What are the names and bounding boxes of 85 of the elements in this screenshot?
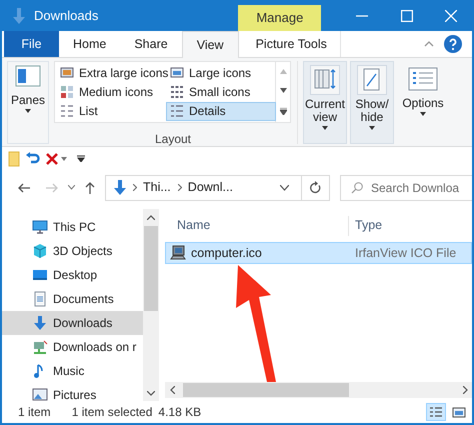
nav-item[interactable]: Music — [2, 359, 143, 383]
refresh-icon[interactable] — [310, 181, 322, 194]
layout-option[interactable]: Medium icons — [56, 82, 166, 102]
nav-item[interactable]: 3D Objects — [2, 239, 143, 263]
layout-option[interactable]: Small icons — [166, 82, 276, 102]
selection-size: 4.18 KB — [158, 404, 202, 421]
pictures-icon — [32, 387, 48, 401]
view-icon — [60, 66, 74, 80]
search-field[interactable]: Search Downloa — [340, 174, 472, 200]
group-label: Layout — [154, 131, 192, 148]
view-icon — [60, 104, 74, 118]
nav-item[interactable]: Desktop — [2, 263, 143, 287]
nav-item[interactable]: Downloads — [2, 311, 143, 335]
panes-button[interactable]: Panes — [7, 61, 49, 144]
column-header[interactable]: Type — [349, 216, 382, 236]
file-row[interactable]: computer.ico IrfanView ICO File — [165, 242, 472, 264]
desktop-icon — [32, 267, 48, 283]
scrollbar-thumb[interactable] — [144, 226, 158, 311]
back-icon[interactable] — [18, 182, 30, 192]
ribbon-tab[interactable]: Home — [59, 31, 120, 57]
recent-locations-icon[interactable] — [68, 185, 75, 190]
download-icon — [32, 315, 48, 331]
expand-gallery-icon[interactable] — [280, 108, 286, 115]
scroll-right-icon[interactable] — [463, 386, 468, 394]
caret-icon[interactable] — [61, 156, 67, 160]
ribbon-tab[interactable]: View — [182, 31, 239, 58]
network-icon — [32, 339, 48, 355]
download-icon — [114, 180, 126, 195]
delete-icon[interactable] — [46, 152, 58, 164]
help-icon[interactable] — [444, 35, 462, 53]
chevron-icon — [133, 184, 137, 191]
caret-icon — [420, 112, 426, 116]
file-type: IrfanView ICO File — [354, 244, 456, 262]
item-count: 1 item — [18, 404, 51, 421]
address-bar[interactable]: Thi... Downl... — [105, 174, 330, 200]
search-placeholder: Search Downloa — [371, 180, 460, 196]
nav-item[interactable]: Downloads on r — [2, 335, 143, 359]
ribbon-tab[interactable]: Share — [120, 31, 182, 57]
manage-tab[interactable]: Manage — [238, 5, 322, 31]
thumbs-view-icon — [452, 406, 466, 418]
scrollbar-thumb[interactable] — [183, 383, 349, 397]
window-title: Downloads — [34, 6, 98, 25]
ribbon-button[interactable]: Show/ hide — [350, 61, 394, 144]
documents-icon — [32, 291, 48, 307]
view-icon — [60, 84, 74, 99]
layout-option[interactable]: Details — [166, 102, 276, 121]
pc-icon — [32, 219, 48, 235]
details-view-icon — [429, 406, 443, 418]
chevron-icon — [178, 184, 182, 191]
download-icon — [12, 8, 26, 24]
view-icon — [170, 84, 184, 99]
view-icon — [170, 104, 184, 118]
customize-toolbar-icon[interactable] — [77, 155, 85, 162]
layout-option[interactable]: List — [56, 102, 166, 121]
scroll-up-icon[interactable] — [147, 215, 155, 220]
breadcrumb[interactable]: Downl... — [188, 178, 233, 197]
navigation-pane-icon — [15, 65, 41, 87]
computer-icon — [170, 245, 186, 261]
up-icon[interactable] — [85, 182, 95, 194]
collapse-ribbon-icon[interactable] — [424, 40, 434, 48]
scroll-down-icon[interactable] — [280, 88, 286, 94]
breadcrumb[interactable]: Thi... — [143, 178, 171, 197]
caret-icon — [322, 126, 328, 130]
undo-icon[interactable] — [26, 152, 40, 166]
file-name: computer.ico — [191, 244, 262, 262]
ribbon-tab[interactable]: File — [4, 31, 59, 57]
caret-icon — [369, 126, 375, 130]
search-icon — [351, 182, 363, 194]
maximize-icon[interactable] — [401, 10, 413, 22]
nav-item[interactable]: Documents — [2, 287, 143, 311]
scroll-left-icon[interactable] — [170, 386, 175, 394]
nav-item[interactable]: This PC — [2, 215, 143, 239]
nav-item[interactable]: Pictures — [2, 383, 143, 401]
close-icon[interactable] — [445, 10, 457, 22]
selection-count: 1 item selected — [72, 404, 152, 421]
scroll-down-icon[interactable] — [147, 391, 155, 396]
ribbon-button[interactable]: Current view — [303, 61, 347, 144]
caret-icon — [25, 109, 31, 113]
cube-icon — [32, 243, 48, 259]
options-icon — [408, 66, 438, 92]
layout-option[interactable]: Extra large icons — [56, 63, 166, 82]
view-button[interactable] — [426, 403, 446, 421]
column-header[interactable]: Name — [165, 216, 349, 236]
dropdown-icon[interactable] — [280, 184, 289, 190]
view-icon — [170, 66, 184, 80]
